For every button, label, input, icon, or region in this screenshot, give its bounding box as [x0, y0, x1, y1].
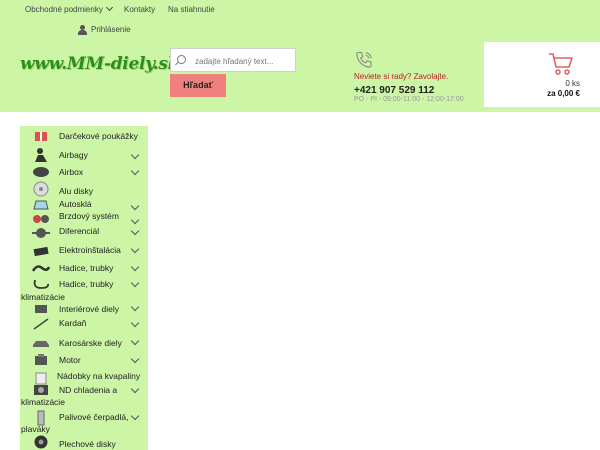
chevron-down-icon: [130, 150, 140, 160]
category-engine[interactable]: Motor: [20, 352, 148, 370]
airbag-icon: [32, 147, 50, 163]
chevron-down-icon: [130, 166, 140, 176]
category-label-line2: klimatizácie: [21, 397, 65, 407]
category-label: Karosárske diely: [59, 338, 122, 348]
user-icon: [78, 25, 87, 35]
nav-terms-label: Obchodné podmienky: [25, 5, 103, 14]
category-hoses[interactable]: Hadice, trubky: [20, 260, 148, 278]
category-label: Autosklá: [59, 199, 92, 209]
brake-icon: [32, 212, 50, 224]
category-airbags[interactable]: Airbagy: [20, 146, 148, 164]
category-label: Brzdový systém: [59, 211, 119, 221]
chevron-down-icon: [130, 336, 140, 346]
category-sidebar: Darčekové poukážky Airbagy Airbox Alu di…: [20, 126, 148, 450]
chevron-down-icon: [130, 262, 140, 272]
chevron-down-icon: [130, 354, 140, 364]
search-input[interactable]: [193, 49, 299, 73]
category-label: Motor: [59, 355, 81, 365]
alloy-wheel-icon: [32, 181, 50, 197]
category-label: Palivové čerpadlá,: [59, 412, 129, 422]
header: Obchodné podmienky Kontakty Na stiahnuti…: [0, 0, 600, 112]
gift-voucher-icon: [32, 130, 50, 142]
category-label: Airbagy: [59, 150, 88, 160]
hose-icon: [31, 263, 51, 275]
contact-phone[interactable]: +421 907 529 112: [354, 85, 434, 96]
category-fuel-pumps[interactable]: Palivové čerpadlá, plaváky: [20, 408, 148, 434]
chevron-down-icon: [130, 302, 140, 312]
login-link[interactable]: Prihlásenie: [78, 25, 131, 35]
nav-contacts-link[interactable]: Kontakty: [124, 5, 155, 14]
steel-wheel-icon: [32, 435, 50, 449]
body-parts-icon: [32, 337, 50, 349]
category-interior[interactable]: Interiérové diely: [20, 302, 148, 316]
chevron-down-icon: [130, 384, 140, 394]
category-label: Darčekové poukážky: [59, 131, 138, 141]
search-field[interactable]: [170, 48, 299, 73]
search-button[interactable]: Hľadať: [170, 74, 226, 97]
category-body-parts[interactable]: Karosárske diely: [20, 334, 148, 352]
contact-question: Neviete si rady? Zavolajte.: [354, 72, 449, 81]
cart[interactable]: 0 ks za 0,00 €: [484, 42, 600, 107]
category-label: Hadice, trubky: [59, 263, 114, 273]
login-label: Prihlásenie: [91, 25, 131, 35]
chevron-down-icon: [130, 244, 140, 254]
search-icon: [177, 55, 186, 64]
site-logo[interactable]: www.MM-diely.sk: [20, 54, 179, 74]
category-driveshaft[interactable]: Kardaň: [20, 316, 148, 334]
category-steel-wheels[interactable]: Plechové disky: [20, 434, 148, 450]
contact-hours: PO - PI - 09:00-11:00 - 12:00-17:00: [354, 96, 464, 103]
category-differential[interactable]: Diferenciál: [20, 224, 148, 242]
interior-icon: [32, 303, 50, 315]
phone-icon: [356, 51, 372, 68]
ac-hose-icon: [32, 278, 50, 290]
category-label: Interiérové diely: [59, 304, 120, 314]
chevron-down-icon: [130, 201, 140, 211]
category-label: ND chladenia a: [59, 385, 118, 395]
category-gift-vouchers[interactable]: Darčekové poukážky: [20, 128, 148, 144]
category-label: Diferenciál: [59, 226, 100, 236]
category-label-line2: klimatizácie: [21, 292, 65, 302]
chevron-down-icon: [130, 318, 140, 328]
category-label: Alu disky: [59, 186, 94, 196]
chevron-down-icon: [130, 278, 140, 288]
category-airbox[interactable]: Airbox: [20, 164, 148, 180]
electrical-icon: [32, 245, 50, 257]
nav-download-link[interactable]: Na stiahnutie: [168, 5, 215, 14]
chevron-down-icon: [105, 3, 113, 12]
category-label: Plechové disky: [59, 439, 116, 449]
nav-terms-link[interactable]: Obchodné podmienky: [25, 3, 113, 14]
category-label: Hadice, trubky: [59, 279, 114, 289]
category-ac-hoses[interactable]: Hadice, trubky klimatizácie: [20, 278, 148, 302]
cooling-parts-icon: [32, 384, 50, 396]
fluid-container-icon: [32, 371, 50, 385]
airbox-icon: [32, 166, 50, 178]
category-label: Kardaň: [59, 318, 87, 328]
category-cooling-parts[interactable]: ND chladenia a klimatizácie: [20, 384, 148, 408]
engine-icon: [32, 354, 50, 366]
cart-count: 0 ks: [565, 79, 580, 88]
driveshaft-icon: [32, 318, 50, 330]
shopping-cart-icon: [549, 53, 573, 75]
category-alloy-wheels[interactable]: Alu disky: [20, 180, 148, 198]
cart-total: za 0,00 €: [547, 89, 580, 98]
differential-icon: [32, 227, 50, 239]
chevron-down-icon: [130, 226, 140, 236]
category-label: Elektroinštalácia: [59, 245, 121, 255]
category-label: Nádobky na kvapaliny: [57, 371, 141, 381]
category-label-line2: plaváky: [21, 424, 50, 434]
category-electrical[interactable]: Elektroinštalácia: [20, 242, 148, 260]
chevron-down-icon: [130, 411, 140, 421]
category-label: Airbox: [59, 167, 84, 177]
chevron-down-icon: [130, 215, 140, 225]
